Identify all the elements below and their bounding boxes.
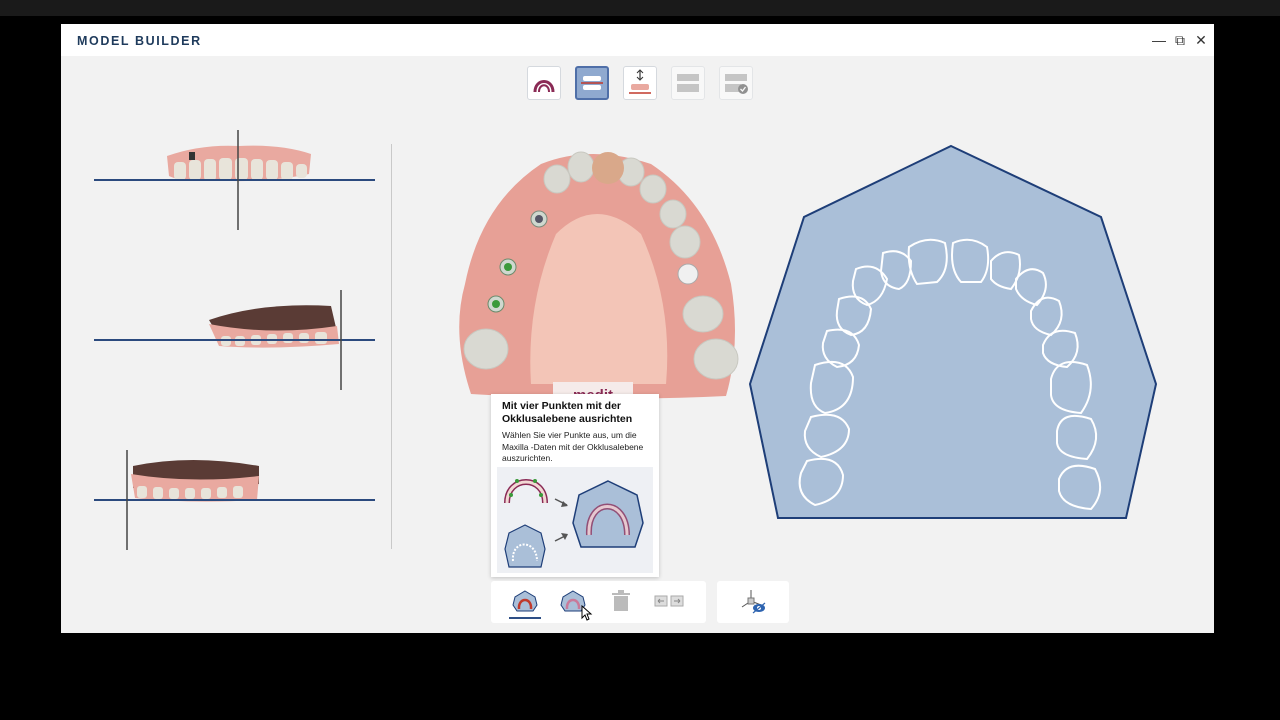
title-bar: MODEL BUILDER — ⧉ ✕	[61, 24, 1214, 56]
base-model-icon	[677, 74, 699, 92]
occlusion-align-icon	[581, 76, 603, 90]
screen-top-band	[0, 0, 1280, 16]
arch-icon	[533, 80, 555, 93]
delete-points-button[interactable]	[603, 585, 639, 617]
trash-icon	[612, 590, 630, 611]
instruction-tooltip: Mit vier Punkten mit der Okklusalebene a…	[491, 394, 659, 577]
tooltip-illustration	[497, 467, 653, 573]
app-window: MODEL BUILDER — ⧉ ✕ Mit vier Punkten mit…	[61, 24, 1214, 633]
base-model-step-button[interactable]	[671, 66, 705, 100]
swap-direction-button[interactable]	[651, 585, 687, 617]
axis-visibility-button[interactable]	[735, 585, 771, 617]
alignment-illustration	[504, 479, 644, 568]
tooltip-body: Wählen Sie vier Punkte aus, um die Maxil…	[502, 430, 644, 463]
restore-button[interactable]: ⧉	[1172, 32, 1188, 48]
maxilla-arch-icon	[512, 590, 538, 612]
rear-view	[94, 450, 375, 550]
arch-step-button[interactable]	[527, 66, 561, 100]
vertical-step-button[interactable]	[623, 66, 657, 100]
swap-arrows-icon	[654, 595, 684, 607]
arch-reference-canvas	[748, 144, 1158, 519]
app-title: MODEL BUILDER	[77, 34, 202, 48]
mouse-cursor-icon	[581, 605, 593, 621]
model-confirm-icon	[725, 74, 748, 94]
side-views-canvas	[94, 130, 375, 550]
side-view	[94, 290, 375, 390]
minimize-button[interactable]: —	[1151, 32, 1167, 48]
views-divider	[391, 144, 392, 549]
maxilla-scan-canvas: medit	[459, 151, 739, 406]
front-view	[94, 130, 375, 230]
maxilla-scan-view[interactable]: medit	[441, 134, 761, 406]
occlusion-step-button[interactable]	[575, 66, 609, 100]
confirm-step-button[interactable]	[719, 66, 753, 100]
selection-tools-bar	[491, 581, 706, 623]
view-tools-bar	[717, 581, 789, 623]
arch-reference-diagram	[741, 139, 1161, 524]
maxilla-select-button[interactable]	[507, 585, 543, 619]
side-views-panel	[61, 114, 396, 574]
tooltip-title: Mit vier Punkten mit der Okklusalebene a…	[502, 400, 633, 425]
axis-visibility-icon	[741, 590, 766, 614]
close-button[interactable]: ✕	[1193, 32, 1209, 48]
vertical-move-icon	[629, 69, 651, 94]
